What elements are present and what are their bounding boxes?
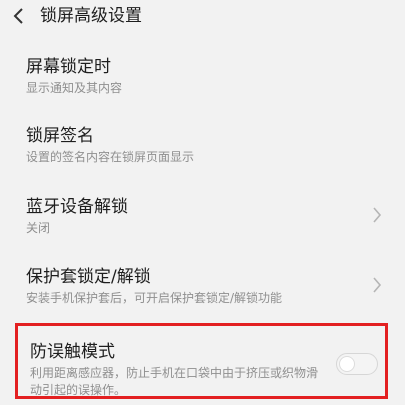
toggle-knob [339, 356, 355, 372]
setting-item-title: 蓝牙设备解锁 [26, 197, 128, 217]
setting-item-title: 锁屏签名 [26, 126, 94, 146]
setting-item-screen-lock-display[interactable]: 屏幕锁定时 显示通知及其内容 [0, 56, 405, 116]
anti-mistouch-toggle[interactable] [336, 353, 378, 375]
setting-item-subtitle: 安装手机保护套后，可开启保护套锁定/解锁功能 [26, 291, 283, 305]
setting-item-subtitle: 设置的签名内容在锁屏页面显示 [26, 150, 195, 164]
setting-item-title: 保护套锁定/解锁 [26, 267, 151, 287]
setting-item-subtitle: 显示通知及其内容 [26, 81, 123, 95]
page-title: 锁屏高级设置 [40, 6, 142, 26]
setting-item-lock-signature[interactable]: 锁屏签名 设置的签名内容在锁屏页面显示 [0, 125, 405, 185]
setting-item-bluetooth-unlock[interactable]: 蓝牙设备解锁 关闭 [0, 196, 405, 256]
chevron-right-icon [371, 206, 383, 224]
back-chevron-icon[interactable] [10, 6, 30, 26]
anti-mistouch-highlight-box: 防误触模式 利用距离感应器，防止手机在口袋中由于挤压或织物滑动引起的误操作。 [15, 323, 388, 399]
anti-mistouch-title: 防误触模式 [30, 342, 115, 362]
anti-mistouch-subtitle: 利用距离感应器，防止手机在口袋中由于挤压或织物滑动引起的误操作。 [30, 366, 319, 397]
setting-item-title: 屏幕锁定时 [26, 57, 111, 77]
chevron-right-icon [371, 276, 383, 294]
top-bar: 锁屏高级设置 [0, 0, 405, 36]
setting-item-subtitle: 关闭 [26, 221, 51, 235]
setting-item-cover-lock[interactable]: 保护套锁定/解锁 安装手机保护套后，可开启保护套锁定/解锁功能 [0, 266, 405, 326]
